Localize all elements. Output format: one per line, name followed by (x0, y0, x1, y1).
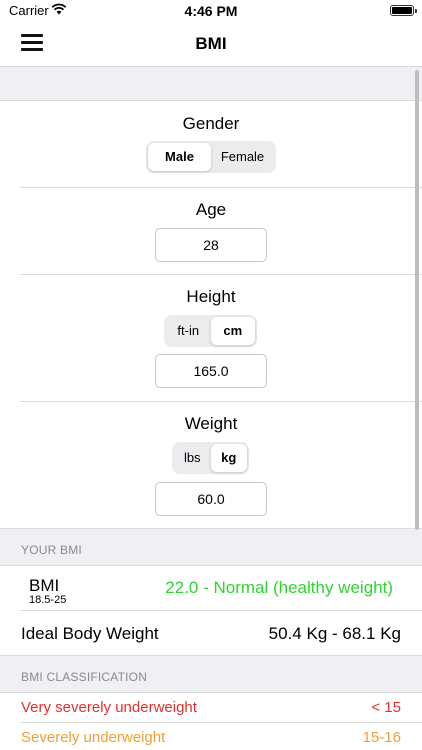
weight-unit-kg-option[interactable]: kg (210, 444, 247, 472)
classification-header-text: BMI CLASSIFICATION (21, 670, 148, 684)
height-unit-ft-in-option[interactable]: ft-in (166, 317, 211, 345)
ideal-weight-label: Ideal Body Weight (21, 624, 159, 643)
age-section: Age (0, 188, 422, 274)
age-label: Age (195, 200, 227, 219)
section-spacer (0, 67, 422, 101)
classification-value: 15-16 (362, 729, 401, 746)
ideal-weight-row: Ideal Body Weight 50.4 Kg - 68.1 Kg (0, 611, 422, 655)
gender-female-option[interactable]: Female (211, 143, 274, 171)
gender-male-option[interactable]: Male (148, 143, 211, 171)
status-bar: Carrier 4:46 PM (0, 0, 422, 22)
bmi-result-value: 22.0 - Normal (healthy weight) (165, 578, 393, 597)
classification-label: Severely underweight (21, 729, 166, 746)
bmi-normal-range: 18.5-25 (29, 594, 67, 606)
gender-label: Gender (182, 114, 240, 133)
navigation-bar: BMI (0, 22, 422, 67)
classification-label: Very severely underweight (21, 699, 197, 716)
height-unit-cm-option[interactable]: cm (210, 317, 255, 345)
bmi-result-row: BMI 18.5-25 22.0 - Normal (healthy weigh… (0, 566, 422, 610)
weight-unit-segmented-control: lbs kg (172, 442, 249, 474)
status-time: 4:46 PM (184, 3, 238, 19)
gender-section: Gender Male Female (0, 101, 422, 187)
your-bmi-header: YOUR BMI (0, 529, 422, 565)
classification-row: Severely underweight 15-16 (0, 723, 422, 750)
weight-unit-lbs-option[interactable]: lbs (174, 444, 211, 472)
weight-label: Weight (184, 414, 238, 433)
height-label: Height (186, 287, 236, 306)
scroll-indicator[interactable] (415, 70, 419, 530)
battery-icon (390, 5, 417, 16)
ideal-weight-value: 50.4 Kg - 68.1 Kg (268, 624, 401, 643)
height-input[interactable] (155, 354, 267, 388)
gender-segmented-control: Male Female (146, 141, 276, 173)
classification-value: < 15 (371, 699, 401, 716)
your-bmi-header-text: YOUR BMI (21, 543, 82, 557)
bmi-label: BMI (29, 576, 60, 595)
classification-header: BMI CLASSIFICATION (0, 656, 422, 692)
classification-row: Very severely underweight < 15 (0, 693, 422, 722)
height-unit-segmented-control: ft-in cm (164, 315, 257, 347)
height-section: Height ft-in cm (0, 275, 422, 401)
weight-input[interactable] (155, 482, 267, 516)
page-title: BMI (195, 34, 227, 53)
weight-section: Weight lbs kg (0, 402, 422, 528)
age-input[interactable] (155, 228, 267, 262)
